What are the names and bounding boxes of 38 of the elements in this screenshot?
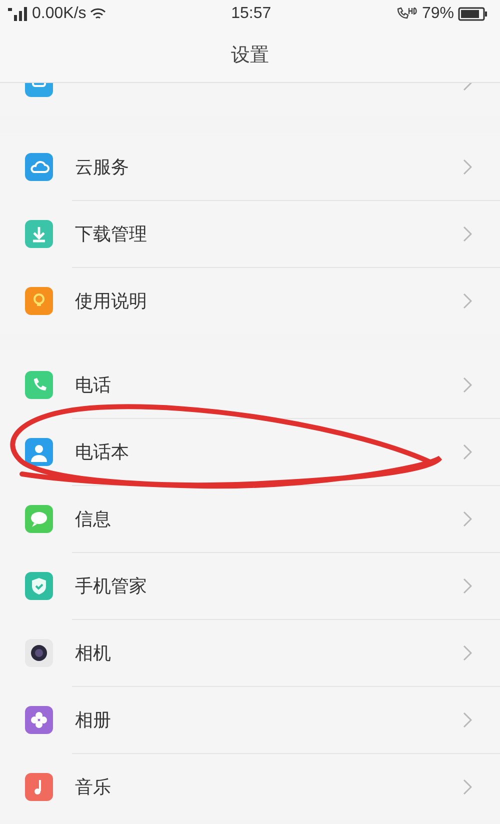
chevron-right-icon [463, 376, 472, 392]
settings-item[interactable]: 信息 [75, 506, 463, 530]
chevron-right-icon [463, 578, 472, 594]
shield-icon [25, 572, 53, 600]
status-time: 15:57 [231, 5, 272, 23]
settings-item[interactable]: 音乐 [75, 774, 463, 798]
battery-percent: 79% [422, 5, 454, 23]
phone-icon [25, 370, 53, 398]
download-icon [25, 220, 53, 248]
hd-call-icon [396, 7, 418, 21]
network-speed: 0.00K/s [32, 5, 86, 23]
battery-icon [458, 7, 488, 21]
flower-icon [25, 706, 53, 734]
chevron-right-icon [463, 778, 472, 794]
settings-item[interactable]: 云服务 [75, 154, 463, 178]
chevron-right-icon [463, 644, 472, 660]
chevron-right-icon [463, 226, 472, 242]
settings-item[interactable]: 电话 [75, 372, 463, 396]
chevron-right-icon [463, 158, 472, 174]
chat-bubble-icon [25, 504, 53, 532]
chevron-right-icon [463, 444, 472, 460]
settings-item[interactable]: 相册 [75, 708, 463, 732]
cloud-icon [25, 152, 53, 180]
settings-item[interactable]: 下载管理 [75, 222, 463, 246]
settings-item[interactable]: 使用说明 [75, 288, 463, 312]
settings-item[interactable]: 电话本 [75, 440, 463, 464]
chevron-right-icon [463, 510, 472, 526]
light-bulb-icon [25, 286, 53, 314]
settings-item[interactable]: 手机管家 [75, 574, 463, 598]
music-note-icon [25, 772, 53, 800]
page-title: 设置 [231, 43, 269, 68]
contact-icon [25, 438, 53, 466]
wifi-icon [90, 8, 106, 20]
chevron-right-icon [463, 292, 472, 308]
chevron-right-icon [463, 712, 472, 728]
camera-icon [25, 638, 53, 666]
signal-icon [8, 7, 28, 21]
settings-item[interactable]: 相机 [75, 640, 463, 664]
